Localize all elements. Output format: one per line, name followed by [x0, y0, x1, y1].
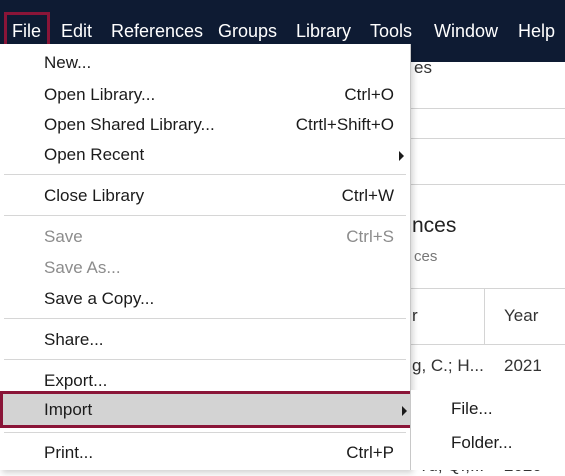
menu-item-save-a-copy[interactable]: Save a Copy... [0, 284, 410, 314]
divider [410, 138, 565, 139]
menu-item-label: Close Library [44, 186, 145, 205]
menu-item-shortcut: Ctrl+W [341, 186, 394, 205]
menu-item-print[interactable]: Print... Ctrl+P [0, 438, 410, 468]
table-header-border [410, 344, 565, 345]
menu-item-shortcut: Ctrl+S [346, 227, 394, 246]
menu-separator [4, 432, 406, 433]
menu-item-label: Import [44, 400, 93, 419]
submenu-item-label: Folder... [451, 433, 513, 452]
menu-item-share[interactable]: Share... [0, 325, 410, 355]
menu-help[interactable]: Help [518, 0, 555, 62]
menu-item-new[interactable]: New... [0, 48, 410, 78]
divider [410, 184, 565, 185]
background-text: es [414, 58, 432, 77]
submenu-arrow-icon [402, 406, 407, 416]
column-header-authors[interactable]: r [412, 306, 418, 326]
menu-separator [4, 174, 406, 175]
menu-item-shortcut: Ctrl+O [344, 85, 394, 104]
menu-item-shortcut: Ctrtl+Shift+O [295, 115, 394, 134]
submenu-item-folder[interactable]: Folder... [411, 428, 565, 458]
menu-window[interactable]: Window [434, 0, 498, 62]
menu-item-open-shared-library[interactable]: Open Shared Library... Ctrtl+Shift+O [0, 110, 410, 140]
section-heading: nces [412, 214, 457, 237]
submenu-item-label: File... [451, 399, 493, 418]
import-submenu: File... Folder... [410, 390, 565, 470]
column-header-year[interactable]: Year [504, 306, 538, 326]
menu-item-open-recent[interactable]: Open Recent [0, 140, 410, 170]
menu-item-shortcut: Ctrl+P [346, 443, 394, 462]
table-cell-authors[interactable]: g, C.; H... [412, 356, 484, 376]
menu-item-label: Save As... [44, 258, 121, 277]
menu-item-label: Print... [44, 443, 94, 462]
menu-item-label: Open Library... [44, 85, 156, 104]
menu-separator [4, 318, 406, 319]
menu-item-open-library[interactable]: Open Library... Ctrl+O [0, 80, 410, 110]
section-subheading: ces [414, 248, 438, 265]
menu-item-label: Save [44, 227, 83, 246]
table-top-border [410, 288, 565, 289]
submenu-item-file[interactable]: File... [411, 394, 565, 424]
menu-item-label: New... [44, 53, 92, 72]
menu-separator [4, 359, 406, 360]
submenu-arrow-icon [399, 151, 404, 161]
menu-item-close-library[interactable]: Close Library Ctrl+W [0, 181, 410, 211]
menu-item-label: Open Shared Library... [44, 115, 215, 134]
menu-item-label: Save a Copy... [44, 289, 155, 308]
menu-item-label: Open Recent [44, 145, 145, 164]
menu-separator [4, 215, 406, 216]
menu-item-label: Share... [44, 330, 104, 349]
table-cell-year[interactable]: 2021 [504, 356, 542, 376]
menu-item-save-as: Save As... [0, 253, 410, 283]
menu-item-save: Save Ctrl+S [0, 222, 410, 252]
menu-item-import-inner[interactable]: Import [3, 395, 407, 425]
divider [410, 108, 565, 109]
column-divider [484, 288, 485, 344]
